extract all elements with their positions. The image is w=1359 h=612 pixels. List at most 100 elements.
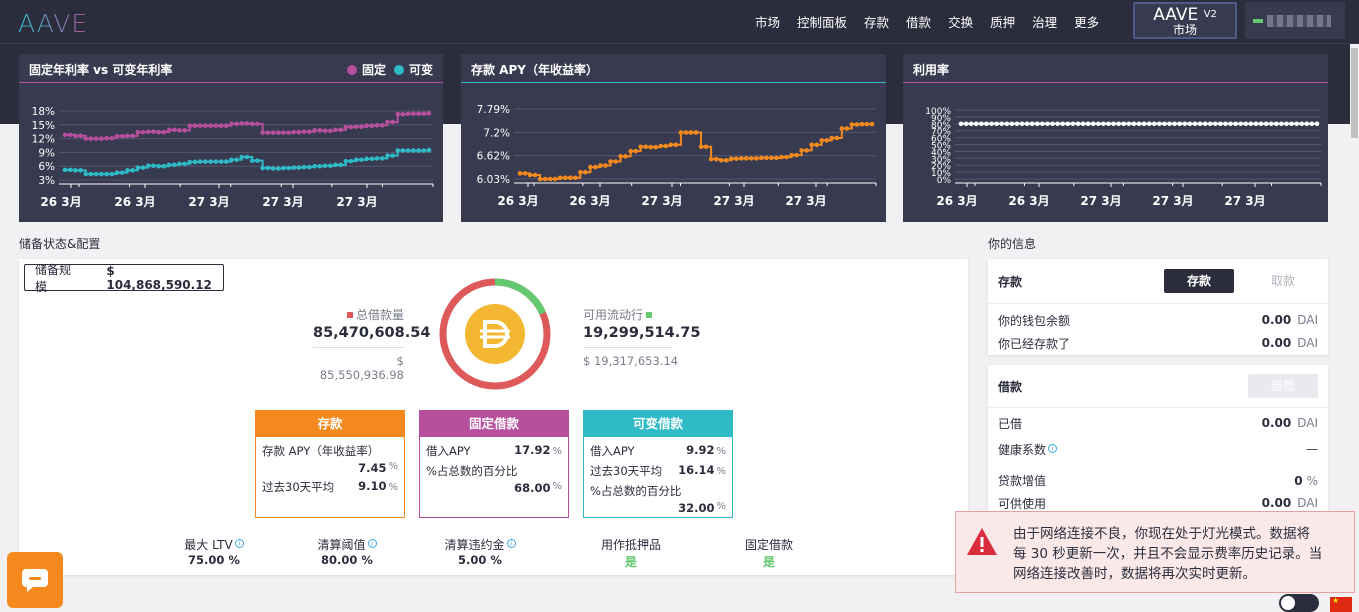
theme-toggle[interactable] (1279, 594, 1319, 612)
data-point (668, 142, 674, 148)
data-point (693, 130, 699, 135)
param-label: 清算违约金 i (425, 536, 535, 553)
data-point (1172, 121, 1177, 127)
data-point (192, 123, 198, 129)
data-point (643, 144, 649, 150)
data-point (537, 176, 543, 182)
data-point (1218, 121, 1223, 127)
data-point (338, 162, 343, 168)
y-tick-label: 6.62% (477, 151, 510, 163)
data-point (718, 158, 724, 163)
param-label: 清算阈值 i (292, 536, 402, 553)
wallet-address-button[interactable] (1245, 2, 1345, 39)
withdraw-button[interactable]: 取款 (1248, 269, 1318, 293)
nav-item-deposit[interactable]: 存款 (864, 12, 889, 31)
data-point (1050, 121, 1055, 127)
legend-variable: 可变 (393, 61, 433, 77)
data-point (522, 171, 528, 176)
data-point (353, 124, 359, 129)
wallet-balance-row: 你的钱包余额 0.00 DAI (998, 313, 1318, 328)
data-point (562, 175, 568, 181)
data-point (1268, 121, 1274, 127)
utilization-card: 利用率 100% 90% 80% 70% 60% 50% 40% 30% 20% 10% 0% 26 … (903, 54, 1328, 222)
divider (313, 347, 403, 348)
data-point (364, 156, 369, 162)
data-point (547, 176, 553, 182)
data-point (390, 119, 395, 125)
nav-item-more[interactable]: 更多 (1074, 12, 1099, 31)
total-borrowed-stat: 总借款量 85,470,608.54 $ 85,550,936.98 (313, 306, 430, 382)
data-point (135, 129, 141, 135)
data-point (286, 130, 291, 135)
param-liquidation-threshold: 清算阈值 i 80.00 % (292, 536, 402, 567)
data-point (93, 171, 99, 177)
available-liquidity-stat: 可用流动行 19,299,514.75 $ 19,317,653.14 (583, 306, 723, 368)
data-point (989, 121, 994, 127)
data-point (312, 163, 317, 169)
info-icon[interactable]: i (234, 539, 244, 548)
data-point (1116, 121, 1121, 127)
data-point (291, 165, 297, 170)
data-point (633, 148, 638, 154)
data-point (421, 111, 427, 117)
data-point (171, 162, 177, 168)
data-point (229, 157, 234, 163)
borrow-button[interactable]: 借款 (1248, 374, 1318, 398)
nav-item-dashboard[interactable]: 控制面板 (797, 12, 847, 31)
nav-item-borrow[interactable]: 借款 (906, 12, 931, 31)
data-point (83, 171, 89, 177)
deposit-button[interactable]: 存款 (1164, 269, 1234, 293)
nav-item-swap[interactable]: 交换 (948, 12, 973, 31)
data-point (182, 128, 187, 133)
legend-stable: 固定 (346, 61, 386, 77)
x-tick-label: 27 3月 (336, 195, 377, 209)
data-point (703, 144, 709, 150)
info-icon[interactable]: i (1048, 443, 1058, 453)
data-point (400, 111, 406, 117)
data-point (824, 138, 830, 143)
data-point (140, 129, 146, 135)
total-borrowed-usd: $ 85,550,936.98 (319, 354, 404, 382)
data-point (255, 121, 260, 127)
variable-avg-row: 过去30天平均 16.14% (590, 463, 726, 478)
available-to-borrow-row: 可供使用 0.00 DAI (998, 496, 1318, 511)
nav-item-stake[interactable]: 质押 (990, 12, 1015, 31)
data-point (1228, 121, 1233, 127)
chat-support-button[interactable] (7, 552, 63, 608)
utilization-header: 利用率 (903, 54, 1328, 83)
rate-compare-card: 固定年利率 vs 可变年利率 固定 可变 18% 15% 12% 9% 6% 3% 26 3… (19, 54, 443, 222)
data-point (1024, 121, 1030, 127)
info-icon[interactable]: i (506, 539, 516, 548)
dai-token-icon (465, 304, 525, 364)
x-tick-label: 26 3月 (1008, 194, 1049, 208)
scrollbar-thumb[interactable] (1351, 48, 1358, 138)
data-point (663, 143, 669, 149)
borrow-heading: 借款 (998, 379, 1023, 394)
reserve-panel: 储备规模 $ 104,868,590.12 总借款量 85,470,608.54… (19, 259, 968, 575)
language-flag-icon[interactable] (1330, 596, 1352, 612)
nav-item-governance[interactable]: 治理 (1032, 12, 1057, 31)
data-point (327, 128, 333, 134)
data-point (1065, 121, 1071, 127)
ltv-row: 贷款增值 0% (998, 473, 1318, 489)
data-point (411, 148, 416, 153)
info-icon[interactable]: i (367, 539, 377, 548)
data-point (109, 135, 115, 141)
data-point (223, 123, 229, 129)
data-point (573, 175, 578, 181)
data-point (353, 157, 359, 163)
data-point (385, 119, 390, 125)
y-tick-label: 9% (38, 147, 55, 159)
data-point (613, 159, 618, 164)
market-selector-button[interactable]: AAVE V2 市场 (1133, 2, 1237, 39)
nav-item-markets[interactable]: 市场 (755, 12, 780, 31)
aave-logo[interactable]: AAVE (18, 9, 88, 38)
y-tick-label: 3% (38, 175, 55, 187)
data-point (166, 162, 172, 168)
data-point (1106, 121, 1111, 127)
data-point (804, 148, 809, 153)
available-usd: $ 19,317,653.14 (583, 354, 679, 368)
stable-share-row: %占总数的百分比 (426, 464, 518, 478)
param-stable-borrowing: 固定借款 是 (714, 536, 824, 570)
data-point (1197, 121, 1203, 127)
